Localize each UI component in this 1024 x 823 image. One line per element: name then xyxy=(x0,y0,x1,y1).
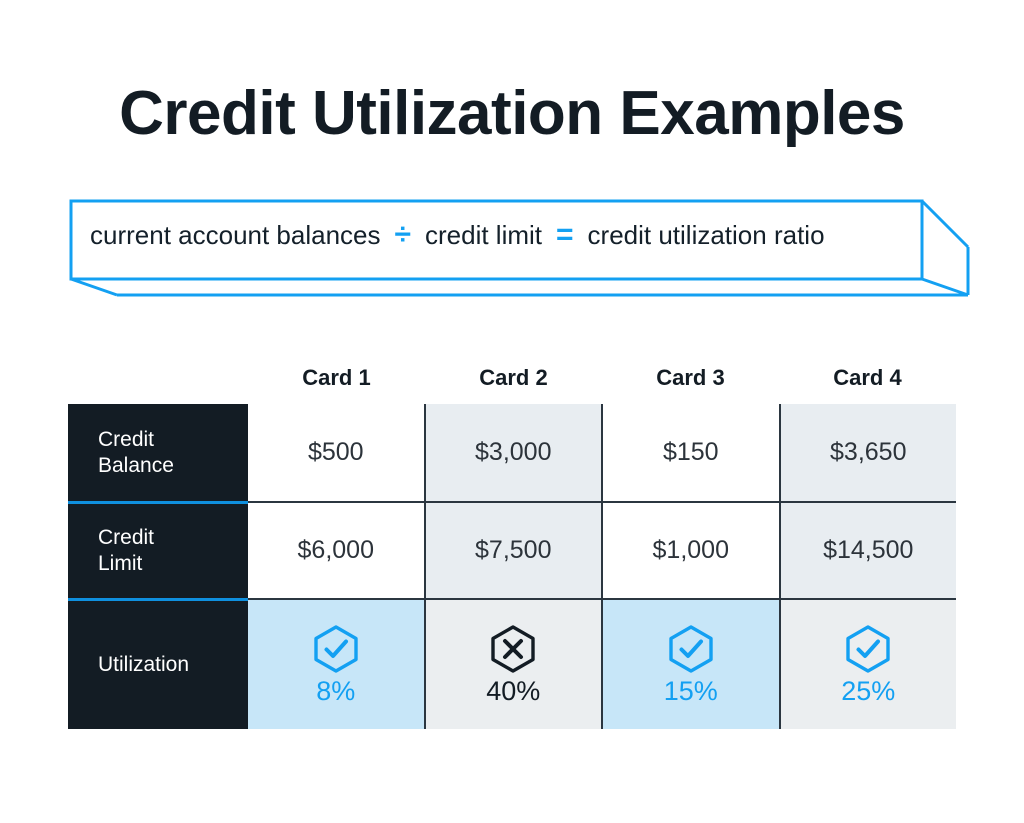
cell-balance-card-2: $3,000 xyxy=(423,404,601,501)
cell-balance-card-4: $3,650 xyxy=(778,404,956,501)
row-label-line-2: Balance xyxy=(98,453,174,477)
row-label-credit-limit: Credit Limit xyxy=(68,501,248,598)
cell-utilization-card-4: 25% xyxy=(778,598,956,729)
table-row: Credit Balance $500 $3,000 $150 $3,650 xyxy=(68,404,956,501)
cell-limit-card-2: $7,500 xyxy=(423,501,601,598)
formula-expression: current account balances ÷ credit limit … xyxy=(90,206,950,264)
cell-limit-card-1: $6,000 xyxy=(248,501,424,598)
hexagon-x-icon xyxy=(491,625,535,673)
formula-term-limit: credit limit xyxy=(424,219,542,250)
row-label-line-2: Limit xyxy=(98,552,143,575)
row-label-credit-balance: Credit Balance xyxy=(68,404,248,501)
cell-utilization-card-3: 15% xyxy=(601,598,779,729)
column-header-card-4: Card 4 xyxy=(833,365,902,390)
infographic-page: Credit Utilization Examples current acco… xyxy=(0,0,1024,823)
row-label-line-1: Credit xyxy=(98,526,155,550)
utilization-value-card-1: 8% xyxy=(316,676,356,706)
utilization-table: Card 1 Card 2 Card 3 Card 4 Credit Balan… xyxy=(68,358,956,729)
equals-icon: = xyxy=(556,218,574,251)
utilization-value-card-3: 15% xyxy=(663,676,718,706)
cell-limit-card-4: $14,500 xyxy=(778,501,956,598)
row-label-line-1: Credit xyxy=(98,427,155,451)
table-grid: Credit Balance $500 $3,000 $150 $3,650 C… xyxy=(68,404,956,729)
header-corner-spacer xyxy=(68,358,248,404)
table-row: Credit Limit $6,000 $7,500 $1,000 $14,50… xyxy=(68,501,956,598)
formula-banner: current account balances ÷ credit limit … xyxy=(60,190,980,305)
column-header-card-1: Card 1 xyxy=(302,365,371,390)
cell-utilization-card-1: 8% xyxy=(248,598,424,729)
table-row: Utilization 8% 40% 15% 25% xyxy=(68,598,956,729)
cell-utilization-card-2: 40% xyxy=(423,598,601,729)
hexagon-check-icon xyxy=(846,625,890,673)
column-header-card-2: Card 2 xyxy=(479,365,548,390)
formula-term-balances: current account balances xyxy=(90,219,381,250)
hexagon-check-icon xyxy=(669,625,713,673)
row-label-utilization: Utilization xyxy=(68,598,248,729)
hexagon-check-icon xyxy=(314,625,358,673)
page-title: Credit Utilization Examples xyxy=(119,79,905,148)
utilization-value-card-4: 25% xyxy=(841,676,896,706)
row-label-line-1: Utilization xyxy=(98,653,190,677)
cell-limit-card-3: $1,000 xyxy=(601,501,779,598)
table-column-headers: Card 1 Card 2 Card 3 Card 4 xyxy=(68,358,956,404)
divide-icon: ÷ xyxy=(394,218,411,251)
column-header-card-3: Card 3 xyxy=(656,365,725,390)
cell-balance-card-3: $150 xyxy=(601,404,779,501)
cell-balance-card-1: $500 xyxy=(248,404,424,501)
formula-result: credit utilization ratio xyxy=(587,219,825,250)
utilization-value-card-2: 40% xyxy=(486,676,541,706)
